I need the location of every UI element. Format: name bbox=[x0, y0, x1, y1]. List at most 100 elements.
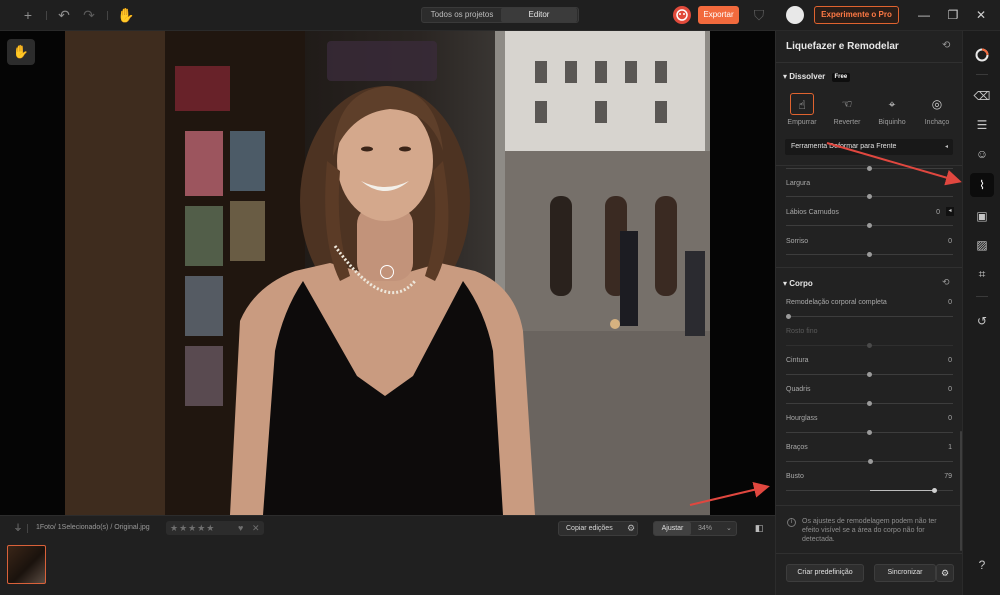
avatar[interactable] bbox=[786, 6, 804, 24]
crop-icon[interactable]: ⌗ bbox=[970, 262, 994, 286]
slider-hourglass[interactable] bbox=[786, 430, 953, 435]
slider-knob bbox=[867, 343, 872, 348]
settings-gear-icon[interactable]: ⚙ bbox=[623, 520, 639, 536]
shield-icon[interactable]: ⛉ bbox=[751, 7, 767, 23]
info-icon: i bbox=[787, 518, 796, 527]
section-dissolver[interactable]: ▾ Dissolver Free bbox=[783, 72, 851, 82]
face-retouch-icon[interactable]: ☺ bbox=[970, 142, 994, 166]
slider-knob[interactable] bbox=[868, 459, 873, 464]
slider-bust[interactable] bbox=[786, 488, 953, 493]
panel-divider bbox=[776, 505, 963, 506]
fit-button[interactable]: Ajustar bbox=[654, 522, 691, 535]
section-corpo[interactable]: ▾ Corpo bbox=[783, 279, 813, 288]
close-icon[interactable]: ✕ bbox=[974, 7, 988, 23]
hand-icon[interactable]: ✋ bbox=[117, 7, 134, 23]
slider-knob[interactable] bbox=[786, 314, 791, 319]
liquify-icon[interactable]: ⌇ bbox=[970, 173, 994, 197]
undo-icon[interactable]: ↶ bbox=[56, 7, 72, 23]
tool-pucker[interactable]: ⌖ Biquinho bbox=[872, 93, 912, 126]
slider-knob[interactable] bbox=[867, 223, 872, 228]
tool-label: Biquinho bbox=[878, 119, 906, 126]
reject-icon[interactable]: ✕ bbox=[252, 521, 261, 535]
compare-icon[interactable]: ◧ bbox=[751, 520, 767, 536]
preset-ring-icon[interactable] bbox=[970, 43, 994, 67]
export-button[interactable]: Exportar bbox=[698, 6, 739, 24]
slider-thin-face bbox=[786, 343, 953, 348]
slider-value-bust: 79 bbox=[944, 473, 952, 480]
tool-bloat[interactable]: ◎ Inchaço bbox=[917, 93, 957, 126]
restore-icon[interactable]: ❐ bbox=[946, 7, 960, 23]
slider-arms[interactable] bbox=[786, 459, 953, 464]
breadcrumb: 1Foto/ 1Selecionado(s) / Original.jpg bbox=[36, 524, 150, 531]
slider-label-bust: Busto bbox=[786, 473, 804, 480]
zoom-value[interactable]: 34% bbox=[698, 522, 712, 535]
slider-value-full-body: 0 bbox=[948, 299, 952, 306]
help-icon[interactable]: ? bbox=[970, 553, 994, 577]
sync-settings-icon[interactable]: ⚙ bbox=[936, 564, 954, 582]
toolbar-divider bbox=[107, 11, 108, 20]
copy-edits-label: Copiar edições bbox=[566, 525, 613, 532]
photo-preview[interactable] bbox=[65, 31, 710, 515]
slider-label-lips: Lábios Carnudos bbox=[786, 209, 839, 216]
tab-all-projects[interactable]: Todos os projetos bbox=[424, 8, 500, 22]
slider-knob[interactable] bbox=[867, 166, 872, 171]
slider-knob[interactable] bbox=[867, 430, 872, 435]
slider-label-waist: Cintura bbox=[786, 357, 809, 364]
slider-label-width: Largura bbox=[786, 180, 811, 187]
slider-knob[interactable] bbox=[867, 194, 872, 199]
texture-icon[interactable]: ▨ bbox=[970, 233, 994, 257]
redo-icon[interactable]: ↷ bbox=[81, 7, 97, 23]
section-title: Dissolver bbox=[789, 72, 826, 81]
info-message: Os ajustes de remodelagem podem não ter … bbox=[802, 518, 937, 543]
slider-hips[interactable] bbox=[786, 401, 953, 406]
slider-width[interactable] bbox=[786, 194, 953, 199]
filter-icon[interactable]: ⏚ bbox=[10, 520, 26, 536]
tab-editor[interactable]: Editor bbox=[501, 8, 577, 22]
history-icon[interactable]: ↺ bbox=[970, 309, 994, 333]
minimize-icon[interactable]: — bbox=[917, 7, 931, 23]
slider-value-smile: 0 bbox=[948, 238, 952, 245]
hand-tool-icon[interactable]: ✋ bbox=[7, 39, 35, 65]
toolbar-divider bbox=[27, 524, 28, 533]
tool-push[interactable]: ☝ Empurrar bbox=[782, 93, 822, 126]
image-icon[interactable]: ▣ bbox=[970, 204, 994, 228]
tool-revert[interactable]: ☜ Reverter bbox=[827, 93, 867, 126]
slider-value-hourglass: 0 bbox=[948, 415, 952, 422]
slider-knob[interactable] bbox=[932, 488, 937, 493]
section-title: Corpo bbox=[789, 279, 813, 288]
slider-knob[interactable] bbox=[867, 252, 872, 257]
image-canvas[interactable]: ✋ bbox=[0, 31, 775, 515]
chevron-down-icon[interactable]: ⌄ bbox=[726, 522, 732, 535]
sync-button[interactable]: Sincronizar bbox=[874, 564, 936, 582]
photo-thumbnail[interactable] bbox=[7, 545, 46, 584]
eraser-icon[interactable]: ⌫ bbox=[970, 84, 994, 108]
sliders-icon[interactable]: ☰ bbox=[970, 113, 994, 137]
slider-waist[interactable] bbox=[786, 372, 953, 377]
slider-full-body[interactable] bbox=[786, 314, 953, 319]
brand-logo-icon[interactable] bbox=[673, 6, 691, 24]
slider-value-arms: 1 bbox=[948, 444, 952, 451]
plus-icon[interactable]: + bbox=[20, 7, 36, 23]
slider-smile[interactable] bbox=[786, 252, 953, 257]
tool-rail: ⌫ ☰ ☺ ⌇ ▣ ▨ ⌗ ↺ ? bbox=[962, 31, 1000, 595]
portrait-illustration bbox=[65, 31, 710, 515]
try-pro-button[interactable]: Experimente o Pro bbox=[814, 6, 899, 24]
tool-description-text: Ferramenta Deformar para Frente bbox=[791, 143, 897, 150]
collapse-arrow-icon: ▾ bbox=[783, 72, 788, 81]
corpo-reset-icon[interactable]: ⟲ bbox=[942, 277, 950, 288]
rail-divider bbox=[976, 296, 988, 297]
slider-knob[interactable] bbox=[867, 401, 872, 406]
slider-label-smile: Sorriso bbox=[786, 238, 809, 245]
heart-icon[interactable]: ♥ bbox=[238, 521, 244, 535]
star-rating[interactable]: ★★★★★ bbox=[170, 523, 215, 533]
rating-stars[interactable]: ★★★★★ ♥ ✕ bbox=[166, 521, 264, 535]
slider-lips[interactable] bbox=[786, 223, 953, 228]
create-preset-button[interactable]: Criar predefinição bbox=[786, 564, 864, 582]
slider-knob[interactable] bbox=[867, 372, 872, 377]
bloat-icon: ◎ bbox=[931, 97, 943, 111]
reset-icon[interactable]: ⟲ bbox=[942, 40, 950, 51]
tooltip-marker-icon: ◂ bbox=[944, 144, 948, 150]
filmstrip-bar: ⏚ 1Foto/ 1Selecionado(s) / Original.jpg … bbox=[0, 515, 775, 595]
tooltip-marker-icon: ◂ bbox=[946, 207, 954, 216]
slider-track-partial[interactable] bbox=[786, 166, 953, 171]
